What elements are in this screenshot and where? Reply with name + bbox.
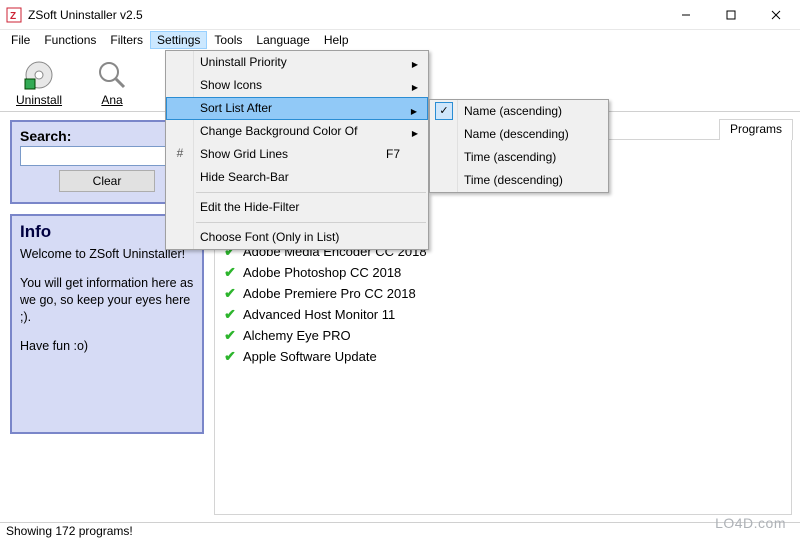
menu-shortcut: F7 xyxy=(386,147,400,162)
menu-item[interactable]: Name (descending) xyxy=(430,123,608,146)
titlebar: Z ZSoft Uninstaller v2.5 xyxy=(0,0,800,30)
maximize-button[interactable] xyxy=(708,0,753,29)
menu-item[interactable]: Time (ascending) xyxy=(430,146,608,169)
menu-help[interactable]: Help xyxy=(317,31,356,49)
toolbar-label: Uninstall xyxy=(16,93,62,107)
menu-item[interactable]: Name (ascending)✓ xyxy=(430,100,608,123)
close-button[interactable] xyxy=(753,0,798,29)
tab-programs[interactable]: Programs xyxy=(719,119,793,140)
menu-item[interactable]: Time (descending) xyxy=(430,169,608,192)
list-item[interactable]: ✔ Adobe Premiere Pro CC 2018 xyxy=(223,283,791,304)
checkmark-icon: ✓ xyxy=(435,102,453,120)
uninstall-button[interactable]: Uninstall xyxy=(16,59,62,107)
minimize-button[interactable] xyxy=(663,0,708,29)
program-name: Apple Software Update xyxy=(243,349,377,364)
check-icon: ✔ xyxy=(223,348,237,365)
menu-file[interactable]: File xyxy=(4,31,37,49)
status-text: Showing 172 programs! xyxy=(6,524,133,538)
info-paragraph: You will get information here as we go, … xyxy=(20,275,194,326)
program-name: Adobe Photoshop CC 2018 xyxy=(243,265,401,280)
menu-separator xyxy=(196,192,426,193)
window-title: ZSoft Uninstaller v2.5 xyxy=(28,8,663,22)
list-item[interactable]: ✔ Advanced Host Monitor 11 xyxy=(223,304,791,325)
statusbar: Showing 172 programs! xyxy=(0,522,800,540)
disc-icon xyxy=(23,59,55,91)
menu-item[interactable]: Edit the Hide-Filter xyxy=(166,196,428,219)
check-icon: ✔ xyxy=(223,264,237,281)
menubar: File Functions Filters Settings Tools La… xyxy=(0,30,800,50)
menu-item[interactable]: Hide Search-Bar xyxy=(166,166,428,189)
analyze-icon xyxy=(96,59,128,91)
menu-separator xyxy=(196,222,426,223)
menu-item[interactable]: Show Grid LinesF7# xyxy=(166,143,428,166)
list-item[interactable]: ✔ Alchemy Eye PRO xyxy=(223,325,791,346)
menu-language[interactable]: Language xyxy=(249,31,316,49)
menu-functions[interactable]: Functions xyxy=(37,31,103,49)
settings-menu: Uninstall PriorityShow IconsSort List Af… xyxy=(165,50,429,250)
analyze-button[interactable]: Ana xyxy=(96,59,128,107)
check-icon: ✔ xyxy=(223,327,237,344)
toolbar-label: Ana xyxy=(101,93,122,107)
list-item[interactable]: ✔ Adobe Photoshop CC 2018 xyxy=(223,262,791,283)
svg-text:Z: Z xyxy=(10,11,16,22)
sort-submenu: Name (ascending)✓Name (descending)Time (… xyxy=(429,99,609,193)
menu-item[interactable]: Sort List After xyxy=(166,97,428,120)
check-icon: ✔ xyxy=(223,306,237,323)
grid-icon: # xyxy=(172,146,188,161)
app-icon: Z xyxy=(6,7,22,23)
menu-item[interactable]: Choose Font (Only in List) xyxy=(166,226,428,249)
check-icon: ✔ xyxy=(223,285,237,302)
program-name: Advanced Host Monitor 11 xyxy=(243,307,395,322)
menu-settings[interactable]: Settings xyxy=(150,31,207,49)
info-text: Welcome to ZSoft Uninstaller! You will g… xyxy=(20,246,194,354)
list-item[interactable]: ✔ Apple Software Update xyxy=(223,346,791,367)
window-controls xyxy=(663,0,798,29)
program-name: Adobe Premiere Pro CC 2018 xyxy=(243,286,416,301)
menu-item[interactable]: Uninstall Priority xyxy=(166,51,428,74)
menu-filters[interactable]: Filters xyxy=(103,31,150,49)
menu-item[interactable]: Change Background Color Of xyxy=(166,120,428,143)
menu-item[interactable]: Show Icons xyxy=(166,74,428,97)
info-paragraph: Have fun :o) xyxy=(20,338,194,355)
clear-button[interactable]: Clear xyxy=(59,170,155,192)
menu-tools[interactable]: Tools xyxy=(207,31,249,49)
watermark: LO4D.com xyxy=(715,515,786,531)
program-name: Alchemy Eye PRO xyxy=(243,328,351,343)
